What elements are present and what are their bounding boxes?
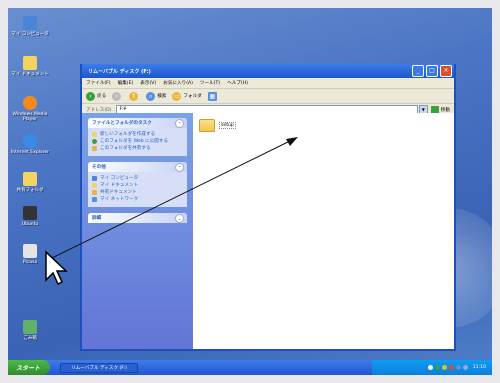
place-my-documents[interactable]: マイ ドキュメント bbox=[92, 182, 183, 189]
folder-icon bbox=[199, 119, 215, 132]
folders-icon: ▭ bbox=[172, 91, 182, 101]
collapse-chevron-icon[interactable]: ⌃ bbox=[175, 118, 184, 128]
start-button[interactable]: スタート bbox=[8, 360, 51, 375]
panel-other-places: その他 ⌃ マイ コンピュータ マイ ドキュメント 共有ドキュメント マイ ネッ… bbox=[88, 162, 187, 207]
menu-favorites[interactable]: お気に入り(A) bbox=[163, 80, 193, 86]
documents-icon bbox=[23, 56, 37, 70]
taskbar-window-button[interactable]: リムーバブル ディスク (F:) bbox=[60, 362, 139, 373]
panel-header[interactable]: 詳細 ⌄ bbox=[88, 213, 187, 223]
media-player-icon bbox=[23, 96, 37, 110]
start-label: スタート bbox=[16, 365, 41, 372]
tray-icon[interactable] bbox=[448, 365, 454, 370]
place-my-network[interactable]: マイ ネットワーク bbox=[92, 196, 183, 203]
tray-icon[interactable] bbox=[434, 365, 440, 370]
menu-edit[interactable]: 編集(E) bbox=[118, 80, 134, 86]
desktop-icon-internet-explorer[interactable]: Internet Explorer bbox=[8, 134, 52, 155]
collapse-chevron-icon[interactable]: ⌃ bbox=[175, 162, 184, 172]
search-label: 検索 bbox=[157, 94, 167, 99]
go-label[interactable]: 移動 bbox=[441, 107, 450, 113]
search-button[interactable]: ⌕ 検索 bbox=[146, 91, 167, 101]
desktop-icon-media-player[interactable]: Windows Media Player bbox=[8, 96, 52, 122]
minimize-button[interactable]: _ bbox=[412, 65, 424, 77]
place-my-computer[interactable]: マイ コンピュータ bbox=[92, 175, 183, 182]
computer-icon bbox=[92, 176, 97, 181]
menu-help[interactable]: ヘルプ(H) bbox=[227, 80, 248, 86]
clock: 11:10 bbox=[472, 365, 486, 370]
desktop-icon-recycle-bin[interactable]: ごみ箱 bbox=[8, 320, 52, 341]
panel-title: ファイルとフォルダのタスク bbox=[92, 121, 152, 126]
network-icon bbox=[92, 197, 97, 202]
views-icon: ▦ bbox=[207, 91, 217, 101]
desktop-icon-label: 共有フォルダ bbox=[16, 188, 44, 193]
search-icon: ⌕ bbox=[146, 91, 156, 101]
folders-button[interactable]: ▭ フォルダ bbox=[172, 91, 202, 101]
file-list: setup bbox=[193, 113, 454, 349]
desktop-icon-my-documents[interactable]: マイ ドキュメント bbox=[8, 56, 52, 77]
desktop-icon-ubuntu[interactable]: Ubuntu bbox=[8, 206, 52, 227]
desktop-icon-label: マイ ドキュメント bbox=[11, 72, 49, 77]
close-button[interactable]: × bbox=[440, 65, 452, 77]
expand-chevron-icon[interactable]: ⌄ bbox=[175, 213, 184, 223]
tray-icon[interactable] bbox=[441, 365, 447, 370]
documents-icon bbox=[92, 183, 97, 188]
new-folder-icon bbox=[92, 132, 97, 137]
task-new-folder[interactable]: 新しいフォルダを作成する bbox=[92, 131, 183, 138]
internet-explorer-icon bbox=[23, 134, 37, 148]
mouse-cursor-icon bbox=[45, 250, 68, 286]
ubuntu-icon bbox=[23, 206, 37, 220]
panel-title: 詳細 bbox=[92, 216, 102, 221]
address-label: アドレス(D) bbox=[86, 107, 112, 113]
forward-arrow-icon: › bbox=[112, 91, 122, 101]
picasa-icon bbox=[23, 244, 37, 258]
task-publish-web[interactable]: このフォルダを Web に公開する bbox=[92, 138, 183, 145]
desktop-icon-label: ごみ箱 bbox=[23, 336, 37, 341]
desktop-icon-label: Windows Media Player bbox=[12, 112, 48, 122]
window-titlebar[interactable]: リムーバブル ディスク (F:) _ □ × bbox=[82, 64, 454, 78]
place-shared-documents[interactable]: 共有ドキュメント bbox=[92, 189, 183, 196]
desktop-icon-shared-folder[interactable]: 共有フォルダ bbox=[8, 172, 52, 193]
globe-icon bbox=[92, 139, 97, 144]
desktop-icon-label: マイ コンピュータ bbox=[11, 32, 49, 37]
tray-icon[interactable] bbox=[427, 365, 433, 370]
tray-icon[interactable] bbox=[455, 365, 461, 370]
toolbar: ‹ 戻る › ↑ ⌕ 検索 ▭ フォルダ ▦ bbox=[82, 89, 454, 104]
panel-details: 詳細 ⌄ bbox=[88, 213, 187, 223]
desktop-icon-label: Internet Explorer bbox=[10, 150, 50, 155]
panel-title: その他 bbox=[92, 165, 106, 170]
views-button[interactable]: ▦ bbox=[207, 91, 219, 101]
folder-icon bbox=[92, 190, 97, 195]
menu-file[interactable]: ファイル(F) bbox=[86, 80, 111, 86]
panel-file-tasks: ファイルとフォルダのタスク ⌃ 新しいフォルダを作成する このフォルダを Web… bbox=[88, 118, 187, 156]
panel-header[interactable]: その他 ⌃ bbox=[88, 162, 187, 172]
file-name: setup bbox=[219, 122, 236, 129]
share-folder-icon bbox=[92, 146, 97, 151]
up-folder-icon: ↑ bbox=[129, 91, 139, 101]
desktop: xp マイ コンピュータ マイ ドキュメント Windows Media Pla… bbox=[8, 8, 492, 375]
folders-label: フォルダ bbox=[183, 94, 202, 99]
back-button[interactable]: ‹ 戻る bbox=[86, 91, 107, 101]
recycle-bin-icon bbox=[23, 320, 37, 334]
tray-icon[interactable] bbox=[462, 365, 468, 370]
task-pane: ファイルとフォルダのタスク ⌃ 新しいフォルダを作成する このフォルダを Web… bbox=[82, 113, 193, 349]
computer-icon bbox=[23, 16, 37, 30]
menu-bar: ファイル(F) 編集(E) 表示(V) お気に入り(A) ツール(T) ヘルプ(… bbox=[82, 78, 454, 89]
file-item-setup[interactable]: setup bbox=[199, 119, 236, 132]
folder-icon bbox=[23, 172, 37, 186]
panel-header[interactable]: ファイルとフォルダのタスク ⌃ bbox=[88, 118, 187, 128]
up-folder-button[interactable]: ↑ bbox=[129, 91, 140, 101]
window-title: リムーバブル ディスク (F:) bbox=[88, 68, 151, 75]
explorer-window: リムーバブル ディスク (F:) _ □ × ファイル(F) 編集(E) 表示(… bbox=[80, 64, 456, 351]
back-label: 戻る bbox=[97, 94, 107, 99]
taskbar: スタート リムーバブル ディスク (F:) 11:10 bbox=[8, 360, 492, 375]
maximize-button[interactable]: □ bbox=[426, 65, 438, 77]
task-share-folder[interactable]: このフォルダを共有する bbox=[92, 145, 183, 152]
forward-button[interactable]: › bbox=[112, 91, 123, 101]
back-arrow-icon: ‹ bbox=[86, 91, 95, 101]
window-content: ファイルとフォルダのタスク ⌃ 新しいフォルダを作成する このフォルダを Web… bbox=[82, 113, 454, 349]
desktop-icon-my-computer[interactable]: マイ コンピュータ bbox=[8, 16, 52, 37]
desktop-icon-label: Ubuntu bbox=[21, 222, 39, 227]
menu-tools[interactable]: ツール(T) bbox=[200, 80, 220, 86]
system-tray: 11:10 bbox=[372, 360, 492, 375]
menu-view[interactable]: 表示(V) bbox=[140, 80, 156, 86]
